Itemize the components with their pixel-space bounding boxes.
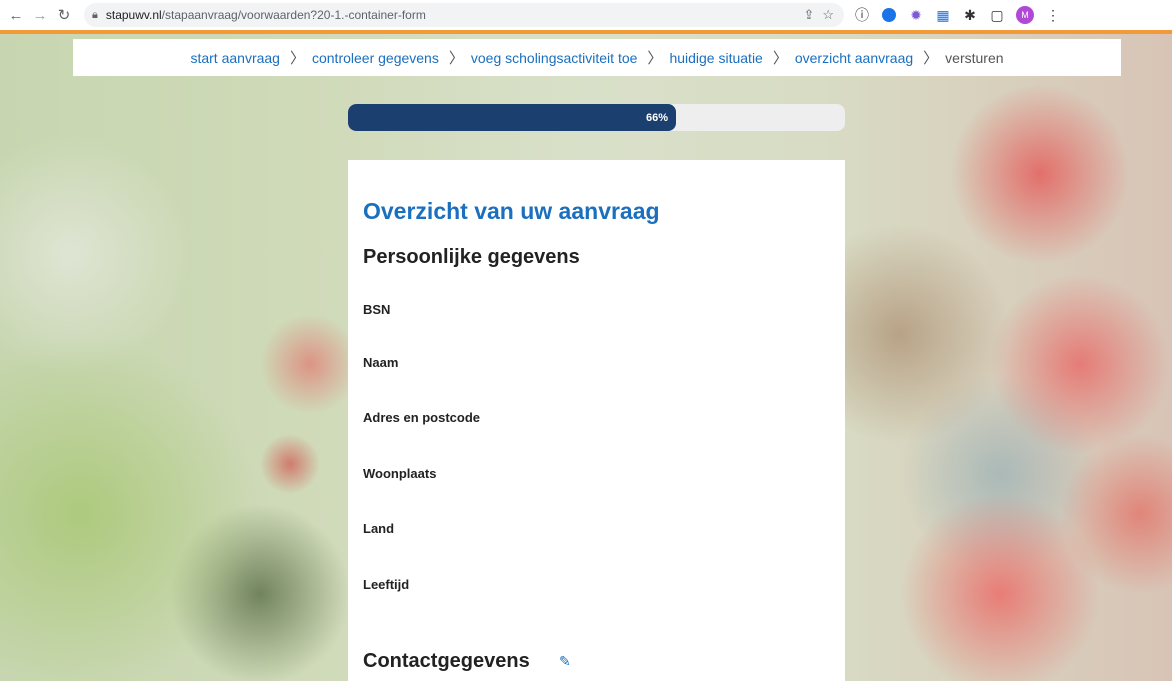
reload-icon[interactable]: ↻ [54, 5, 74, 25]
field-label-naam: Naam [363, 355, 399, 370]
breadcrumb-huidige-situatie[interactable]: huidige situatie [669, 50, 762, 66]
blue-extension-icon[interactable] [881, 7, 897, 23]
field-label-adres: Adres en postcode [363, 410, 481, 425]
menu-dots-icon[interactable]: ⋮ [1045, 7, 1061, 23]
info-extension-icon[interactable]: ⓘ [854, 7, 870, 23]
field-label-land: Land [363, 521, 395, 536]
progress-fill: 66% [348, 104, 677, 131]
breadcrumb-controleer[interactable]: controleer gegevens [312, 50, 439, 66]
breadcrumb-scholing[interactable]: voeg scholingsactiviteit toe [471, 50, 638, 66]
page-title: Overzicht van uw aanvraag [363, 198, 660, 224]
address-bar[interactable]: 🔒︎ stapuwv.nl/stapaanvraag/voorwaarden?2… [84, 3, 844, 27]
breadcrumb-start[interactable]: start aanvraag [190, 50, 280, 66]
lock-icon: 🔒︎ [92, 8, 98, 21]
chevron-right-icon: 〉 [923, 50, 939, 67]
breadcrumb-versturen: versturen [945, 49, 1004, 66]
progress-label: 66% [645, 111, 669, 124]
chevron-right-icon: 〉 [772, 50, 788, 67]
profile-avatar[interactable]: M [1016, 6, 1034, 24]
back-icon[interactable]: ← [6, 5, 26, 25]
chevron-right-icon: 〉 [289, 50, 305, 67]
overview-card: Overzicht van uw aanvraag Persoonlijke g… [348, 160, 845, 681]
contact-section-title: Contactgegevens [363, 650, 530, 672]
field-label-leeftijd: Leeftijd [363, 577, 410, 592]
chevron-right-icon: 〉 [647, 50, 663, 67]
sidepanel-icon[interactable]: ▢ [989, 7, 1005, 23]
progress-bar: 66% [348, 104, 845, 131]
forward-icon[interactable]: → [30, 5, 50, 25]
browser-toolbar: ← → ↻ 🔒︎ stapuwv.nl/stapaanvraag/voorwaa… [0, 0, 1172, 30]
breadcrumb-overzicht[interactable]: overzicht aanvraag [795, 50, 913, 66]
bookmark-star-icon[interactable]: ☆ [822, 7, 834, 23]
share-icon[interactable]: ⇪ [803, 7, 814, 23]
flower-extension-icon[interactable]: ✹ [908, 7, 924, 23]
field-label-woonplaats: Woonplaats [363, 466, 437, 481]
field-label-bsn: BSN [363, 302, 391, 317]
chart-extension-icon[interactable]: ▦ [935, 7, 951, 23]
personal-section-title: Persoonlijke gegevens [363, 246, 580, 268]
url-host: stapuwv.nl [105, 8, 162, 22]
url-path: /stapaanvraag/voorwaarden?20-1.-containe… [161, 8, 426, 22]
chevron-right-icon: 〉 [448, 50, 464, 67]
puzzle-extension-icon[interactable]: ✱ [962, 7, 978, 23]
breadcrumb: start aanvraag 〉 controleer gegevens 〉 v… [73, 39, 1121, 76]
edit-icon[interactable]: ✎ [559, 653, 571, 670]
